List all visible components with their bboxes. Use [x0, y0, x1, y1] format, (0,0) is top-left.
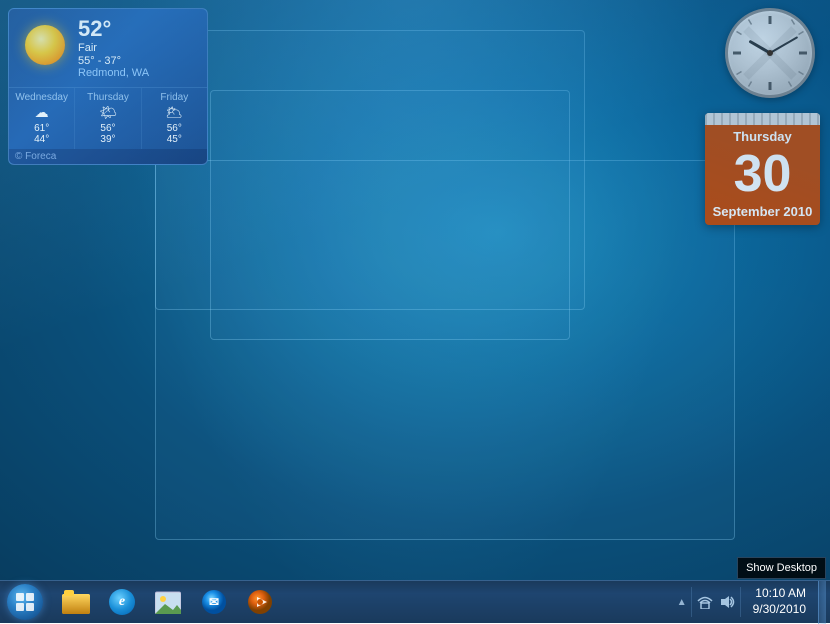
media-player-icon [247, 589, 273, 615]
taskbar-clock-time: 10:10 AM [755, 586, 806, 602]
calendar-day-name: Thursday [713, 129, 812, 144]
calendar-widget[interactable]: Thursday 30 September 2010 [705, 113, 820, 225]
forecast-wed-high: 61° [12, 123, 71, 134]
clock-center [767, 50, 773, 56]
clock-face [725, 8, 815, 98]
calendar-header: Thursday [705, 125, 820, 148]
taskbar-item-explorer[interactable] [54, 582, 98, 622]
location: Redmond, WA [78, 67, 199, 79]
calendar-month-year: September 2010 [705, 200, 820, 225]
weather-info: 52° Fair 55° - 37° Redmond, WA [78, 17, 199, 79]
network-icon [697, 595, 713, 609]
tray-overflow-arrow[interactable]: ▲ [677, 597, 687, 608]
forecast-thu-high: 56° [78, 123, 137, 134]
show-desktop-label: Show Desktop [737, 557, 826, 579]
forecast-fri-label: Friday [145, 92, 204, 103]
forecast-wed: Wednesday ☁ 61° 44° [9, 88, 75, 149]
temperature: 52° [78, 17, 199, 41]
forecast-fri-low: 45° [145, 134, 204, 145]
start-orb [7, 584, 43, 620]
photo-icon [155, 590, 181, 614]
taskbar-item-media[interactable] [238, 582, 282, 622]
tray-network-icon[interactable] [696, 581, 714, 624]
forecast-fri-high: 56° [145, 123, 204, 134]
forecast-fri: Friday 🌥 56° 45° [142, 88, 207, 149]
gadget-frame-1 [155, 30, 585, 310]
tray-separator-2 [740, 587, 741, 617]
calendar-day-number: 30 [705, 148, 820, 200]
temp-range: 55° - 37° [78, 55, 199, 67]
start-button[interactable] [0, 581, 50, 624]
show-desktop-button[interactable]: Show Desktop [818, 581, 826, 624]
forecast-thu: Thursday 🌤 56° 39° [75, 88, 141, 149]
svg-text:✉: ✉ [209, 595, 219, 609]
forecast-fri-icon: 🌥 [145, 103, 204, 123]
weather-forecast: Wednesday ☁ 61° 44° Thursday 🌤 56° 39° F… [9, 87, 207, 149]
forecast-wed-low: 44° [12, 134, 71, 145]
forecast-thu-low: 39° [78, 134, 137, 145]
forecast-wed-icon: ☁ [12, 103, 71, 123]
gadget-frame-3 [155, 160, 735, 540]
speaker-icon [719, 595, 735, 609]
tray-separator-1 [691, 587, 692, 617]
desktop: 52° Fair 55° - 37° Redmond, WA Wednesday… [0, 0, 830, 580]
messenger-icon: ✉ [201, 589, 227, 615]
taskbar-items: e ✉ [54, 581, 282, 624]
taskbar-item-messenger[interactable]: ✉ [192, 582, 236, 622]
taskbar-clock-date: 9/30/2010 [753, 602, 806, 618]
ie-icon: e [109, 589, 135, 615]
weather-widget[interactable]: 52° Fair 55° - 37° Redmond, WA Wednesday… [8, 8, 208, 165]
taskbar-item-ie[interactable]: e [100, 582, 144, 622]
tray-speaker-icon[interactable] [718, 581, 736, 624]
weather-source: Foreca [9, 149, 207, 164]
clock-area[interactable]: 10:10 AM 9/30/2010 [745, 581, 814, 624]
forecast-thu-label: Thursday [78, 92, 137, 103]
windows-logo-icon [15, 592, 35, 612]
condition: Fair [78, 41, 199, 55]
clock-widget[interactable] [725, 8, 820, 103]
calendar-tab-lines [705, 113, 820, 125]
gadget-frame-2 [210, 90, 570, 340]
system-tray: ▲ 10:10 AM 9/30/2010 Show Desktop [677, 581, 830, 624]
taskbar: e ✉ [0, 580, 830, 623]
weather-sun-icon [17, 17, 72, 72]
calendar-tabs [705, 113, 820, 125]
minute-hand [770, 36, 799, 54]
forecast-wed-label: Wednesday [12, 92, 71, 103]
taskbar-item-photo[interactable] [146, 582, 190, 622]
forecast-thu-icon: 🌤 [78, 103, 137, 123]
explorer-icon [62, 590, 90, 614]
